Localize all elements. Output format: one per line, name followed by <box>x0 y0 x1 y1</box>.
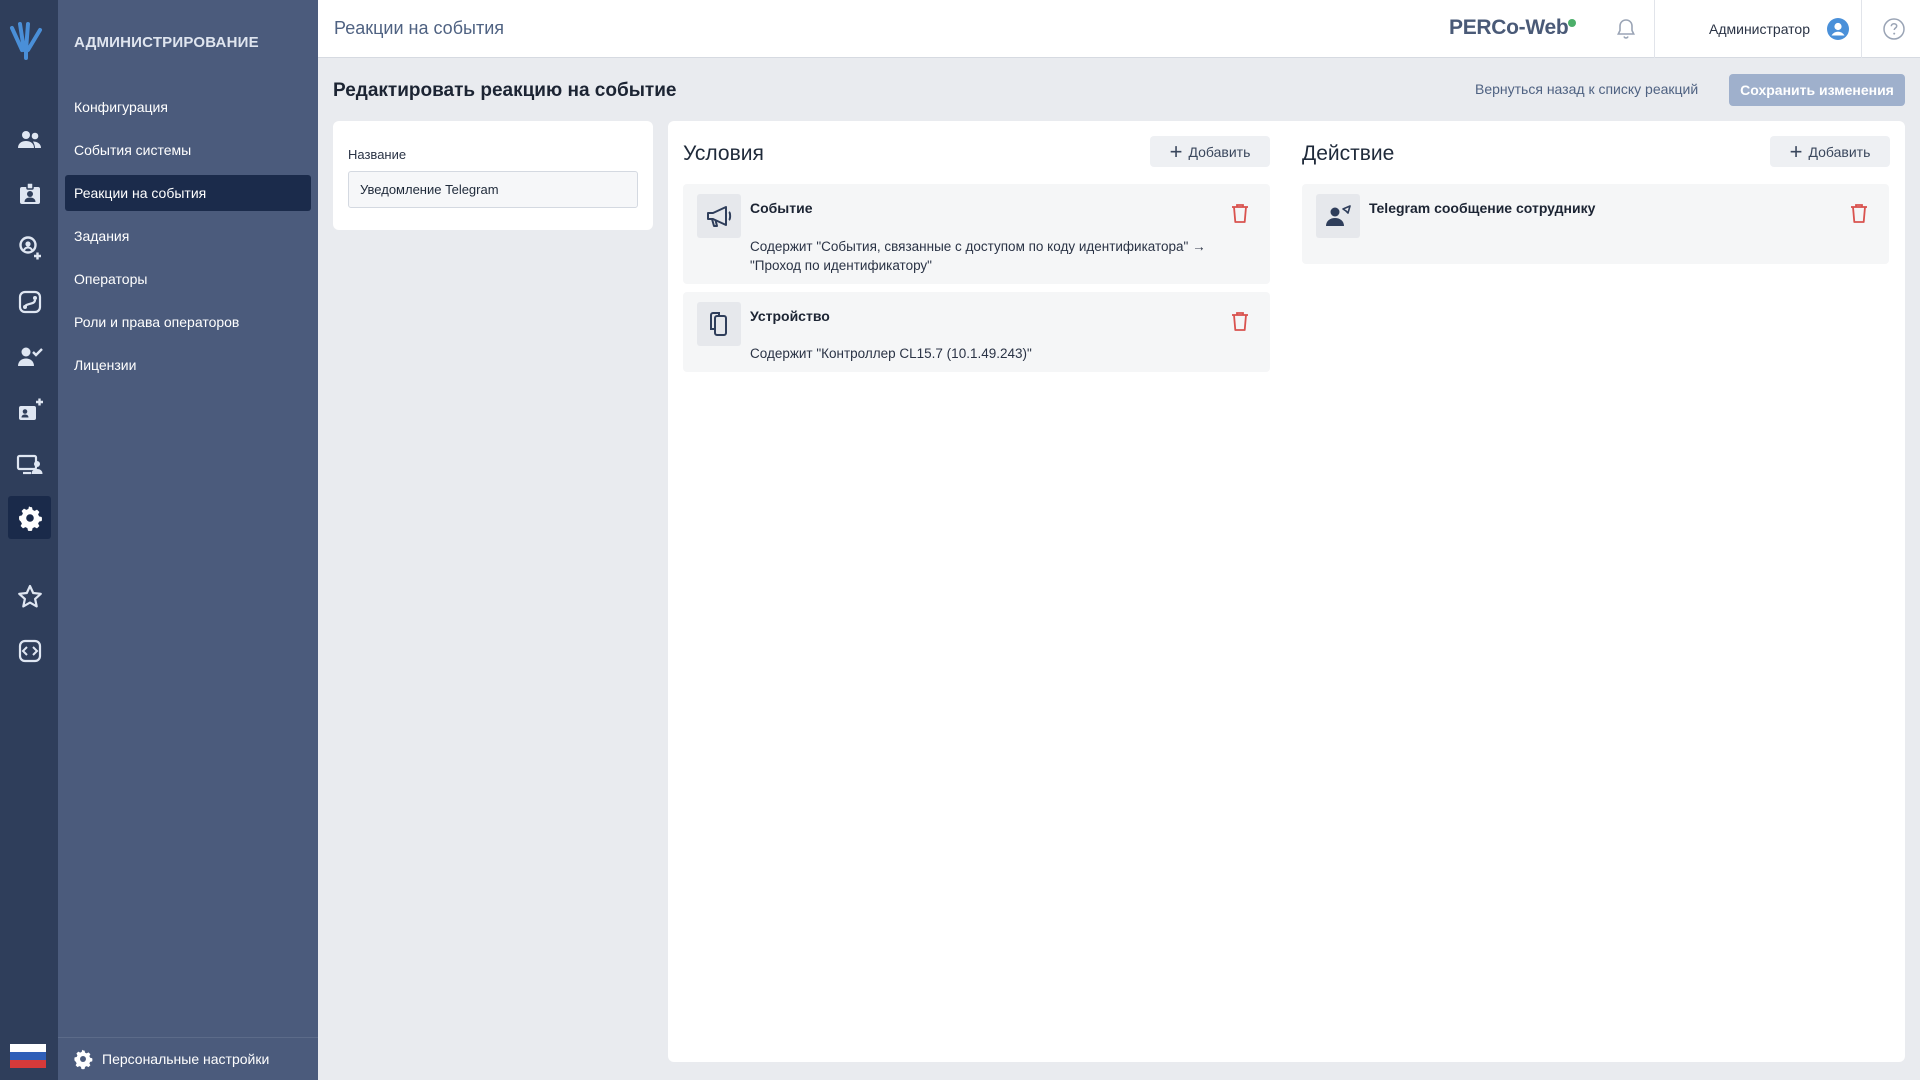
user-check-icon[interactable] <box>8 334 51 377</box>
conditions-title: Условия <box>683 142 764 165</box>
route-icon[interactable] <box>8 280 51 323</box>
user-name[interactable]: Администратор <box>1709 21 1810 37</box>
sidebar: АДМИНИСТРИРОВАНИЕ Конфигурация События с… <box>58 0 318 1080</box>
delete-icon[interactable] <box>1847 201 1871 225</box>
condition-description-line: Содержит "События, связанные с доступом … <box>750 239 1206 254</box>
megaphone-icon <box>697 194 741 238</box>
add-action-button[interactable]: + Добавить <box>1770 136 1890 167</box>
user-message-icon <box>1316 194 1360 238</box>
code-icon[interactable] <box>8 629 51 672</box>
sidebar-item-system-events[interactable]: События системы <box>65 132 311 168</box>
people-icon[interactable] <box>8 118 51 161</box>
user-avatar-icon[interactable] <box>1826 17 1850 41</box>
icon-rail <box>0 0 58 1080</box>
perco-logo-icon[interactable] <box>6 20 52 60</box>
add-card-icon[interactable] <box>8 388 51 431</box>
condition-description-line: "Проход по идентификатору" <box>750 258 932 273</box>
condition-title: Устройство <box>750 308 830 324</box>
name-card: Название <box>333 121 653 230</box>
gear-icon[interactable] <box>8 496 51 539</box>
reaction-editor-panel: Условия + Добавить Событие Содержит "Соб… <box>668 121 1905 1062</box>
add-action-label: Добавить <box>1808 143 1871 160</box>
condition-item-device[interactable]: Устройство Содержит "Контроллер CL15.7 (… <box>683 292 1270 372</box>
help-icon[interactable] <box>1882 17 1906 41</box>
star-icon[interactable] <box>8 575 51 618</box>
sidebar-menu: Конфигурация События системы Реакции на … <box>65 89 311 390</box>
action-title: Действие <box>1302 142 1395 165</box>
condition-title: Событие <box>750 200 813 216</box>
sidebar-item-event-reactions[interactable]: Реакции на события <box>65 175 311 211</box>
back-to-list-link[interactable]: Вернуться назад к списку реакций <box>1475 81 1698 97</box>
sidebar-heading: АДМИНИСТРИРОВАНИЕ <box>74 34 259 51</box>
personal-settings-label: Персональные настройки <box>102 1051 270 1067</box>
sidebar-item-tasks[interactable]: Задания <box>65 218 311 254</box>
brand-status-dot <box>1568 19 1576 27</box>
location-user-icon[interactable] <box>8 226 51 269</box>
header-title: Реакции на события <box>334 18 504 38</box>
add-condition-label: Добавить <box>1188 143 1251 160</box>
brand-logo: PERCo-Web <box>1449 16 1569 39</box>
condition-item-event[interactable]: Событие Содержит "События, связанные с д… <box>683 184 1270 284</box>
monitor-user-icon[interactable] <box>8 442 51 485</box>
sidebar-item-configuration[interactable]: Конфигурация <box>65 89 311 125</box>
sidebar-item-operators[interactable]: Операторы <box>65 261 311 297</box>
condition-description: Содержит "Контроллер CL15.7 (10.1.49.243… <box>750 346 1032 361</box>
save-changes-button[interactable]: Сохранить изменения <box>1729 74 1905 106</box>
delete-icon[interactable] <box>1228 309 1252 333</box>
condition-description: Содержит "События, связанные с доступом … <box>750 237 1206 275</box>
plus-icon: + <box>1169 138 1183 164</box>
id-badge-icon[interactable] <box>8 172 51 215</box>
personal-settings-button[interactable]: Персональные настройки <box>58 1037 318 1080</box>
sidebar-item-licenses[interactable]: Лицензии <box>65 347 311 383</box>
page-title: Редактировать реакцию на событие <box>333 80 677 101</box>
header-divider <box>1861 0 1862 58</box>
plus-icon: + <box>1789 138 1803 164</box>
action-item-telegram[interactable]: Telegram сообщение сотруднику <box>1302 184 1889 264</box>
top-header: Реакции на события PERCo-Web Администрат… <box>318 0 1920 58</box>
sidebar-item-roles[interactable]: Роли и права операторов <box>65 304 311 340</box>
delete-icon[interactable] <box>1228 201 1252 225</box>
add-condition-button[interactable]: + Добавить <box>1150 136 1270 167</box>
header-divider <box>1654 0 1655 58</box>
device-icon <box>697 302 741 346</box>
name-label: Название <box>348 147 407 162</box>
russian-flag-icon[interactable] <box>10 1044 46 1068</box>
action-title-text: Telegram сообщение сотруднику <box>1369 200 1596 216</box>
bell-icon[interactable] <box>1614 17 1638 41</box>
name-input[interactable] <box>348 171 638 208</box>
settings-gear-icon <box>74 1049 93 1070</box>
